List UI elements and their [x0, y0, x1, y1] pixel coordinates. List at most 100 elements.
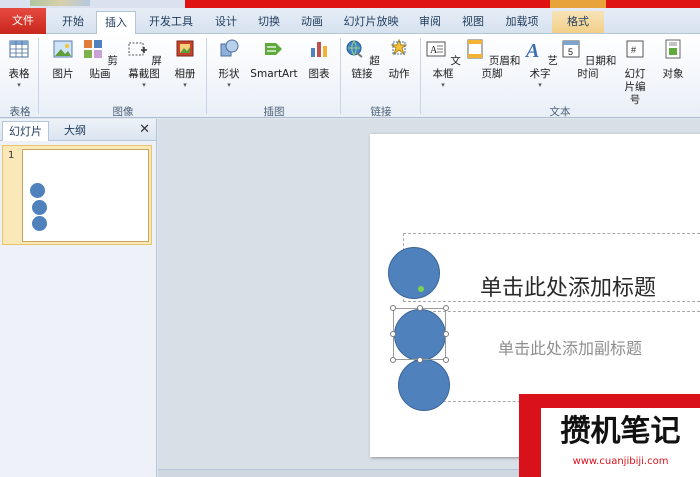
svg-text:A: A [430, 45, 438, 56]
chevron-down-icon: ▾ [183, 81, 187, 89]
textbox-button[interactable]: A 文本框 ▾ [424, 38, 462, 89]
thumb-circle [32, 216, 47, 231]
wordart-icon: A [524, 40, 539, 62]
slide-number-label-2: 片编号 [624, 81, 646, 106]
group-label-illustrations: 插图 [263, 106, 285, 118]
chart-icon [311, 42, 327, 57]
watermark-logo: 攒机笔记 www.cuanjibiji.com [519, 394, 700, 477]
selection-frame [393, 308, 446, 360]
resize-handle[interactable] [390, 305, 396, 311]
slide-number-button[interactable]: # 幻灯 片编号 [620, 38, 650, 107]
object-icon [665, 39, 681, 59]
tab-design[interactable]: 设计 [208, 11, 244, 33]
tab-insert[interactable]: 插入 [96, 11, 136, 35]
action-icon [390, 38, 408, 56]
table-button[interactable]: 表格 ▾ [4, 38, 34, 89]
smartart-label: SmartArt [250, 68, 298, 80]
smartart-button[interactable]: SmartArt [248, 38, 300, 81]
tab-developer[interactable]: 开发工具 [142, 11, 200, 33]
tab-animations[interactable]: 动画 [294, 11, 330, 33]
slide-number-label: 幻灯 [624, 68, 646, 80]
chevron-down-icon: ▾ [227, 81, 231, 89]
resize-handle[interactable] [390, 357, 396, 363]
slides-pane: 幻灯片 大纲 ✕ 1 [0, 119, 157, 477]
chevron-down-icon: ▾ [17, 81, 21, 89]
window-title-highlight [185, 0, 700, 8]
album-icon [176, 40, 194, 57]
tab-transitions[interactable]: 切换 [251, 11, 287, 33]
resize-handle[interactable] [417, 305, 423, 311]
header-footer-icon [467, 39, 483, 59]
pane-tabs: 幻灯片 大纲 ✕ [0, 119, 156, 141]
action-button[interactable]: 动作 [384, 38, 414, 81]
group-separator [420, 38, 421, 114]
tab-addins[interactable]: 加载项 [498, 11, 546, 33]
resize-handle[interactable] [443, 357, 449, 363]
album-button[interactable]: 相册 ▾ [170, 38, 200, 89]
chevron-down-icon: ▾ [441, 81, 445, 89]
title-bar [0, 0, 700, 8]
circle-shape-1[interactable] [388, 247, 440, 299]
close-icon[interactable]: ✕ [139, 122, 150, 137]
shapes-label: 形状 [218, 68, 240, 80]
watermark-bar [519, 394, 541, 477]
chevron-down-icon: ▾ [538, 81, 542, 89]
thumb-circle [30, 183, 45, 198]
date-time-label: 日期和时间 [577, 55, 617, 80]
shapes-icon [220, 39, 239, 57]
resize-handle[interactable] [390, 331, 396, 337]
smartart-icon [265, 43, 282, 55]
hyperlink-icon [346, 40, 363, 58]
object-button[interactable]: 对象 [656, 38, 690, 81]
tab-review[interactable]: 审阅 [412, 11, 448, 33]
svg-text:#: # [631, 45, 636, 55]
date-time-icon: 5 [562, 40, 580, 58]
resize-handle[interactable] [417, 357, 423, 363]
clipart-button[interactable]: 剪贴画 [82, 38, 118, 81]
album-label: 相册 [174, 68, 196, 80]
slide-thumbnail-1[interactable]: 1 [2, 145, 152, 245]
rotation-handle[interactable] [418, 286, 424, 292]
resize-handle[interactable] [443, 331, 449, 337]
circle-shape-3[interactable] [398, 359, 450, 411]
tab-file[interactable]: 文件 [0, 8, 46, 34]
chevron-down-icon: ▾ [142, 81, 146, 89]
subtitle-placeholder-text: 单击此处添加副标题 [498, 339, 643, 358]
slide-number-icon: # [626, 40, 644, 58]
chart-label: 图表 [308, 68, 330, 80]
tab-view[interactable]: 视图 [455, 11, 491, 33]
tab-slides[interactable]: 幻灯片 [2, 121, 49, 141]
slide-number: 1 [8, 150, 15, 161]
svg-text:5: 5 [568, 47, 573, 57]
tab-slideshow[interactable]: 幻灯片放映 [338, 11, 404, 33]
hyperlink-button[interactable]: 超链接 [344, 38, 380, 81]
screenshot-button[interactable]: 屏幕截图 ▾ [121, 38, 167, 89]
textbox-icon: A [426, 41, 446, 57]
shapes-button[interactable]: 形状 ▾ [214, 38, 244, 89]
chart-button[interactable]: 图表 [304, 38, 334, 81]
object-label: 对象 [662, 68, 684, 80]
tab-home[interactable]: 开始 [54, 11, 92, 33]
date-time-button[interactable]: 5 日期和时间 [558, 38, 618, 81]
watermark-text: 攒机笔记 [560, 414, 681, 449]
quick-access-toolbar[interactable] [30, 0, 90, 6]
wordart-button[interactable]: A 艺术字 ▾ [522, 38, 558, 89]
tab-format[interactable]: 格式 [552, 11, 604, 33]
watermark-url: www.cuanjibiji.com [572, 456, 669, 467]
title-placeholder-text: 单击此处添加标题 [480, 276, 657, 301]
group-separator [38, 38, 39, 114]
picture-label: 图片 [52, 68, 74, 80]
table-label: 表格 [8, 68, 30, 80]
group-separator [340, 38, 341, 114]
group-separator [206, 38, 207, 114]
svg-text:A: A [524, 40, 539, 60]
thumb-circle [32, 200, 47, 215]
group-label-links: 链接 [370, 106, 392, 118]
picture-button[interactable]: 图片 [48, 38, 78, 81]
ribbon-tabs: 文件 开始 插入 开发工具 设计 切换 动画 幻灯片放映 审阅 视图 加载项 格… [0, 8, 700, 35]
tab-outline[interactable]: 大纲 [58, 121, 92, 141]
group-label-images: 图像 [112, 106, 134, 118]
header-footer-button[interactable]: 页眉和页脚 [463, 38, 521, 81]
resize-handle[interactable] [443, 305, 449, 311]
slide-thumbnail-image [22, 149, 149, 242]
